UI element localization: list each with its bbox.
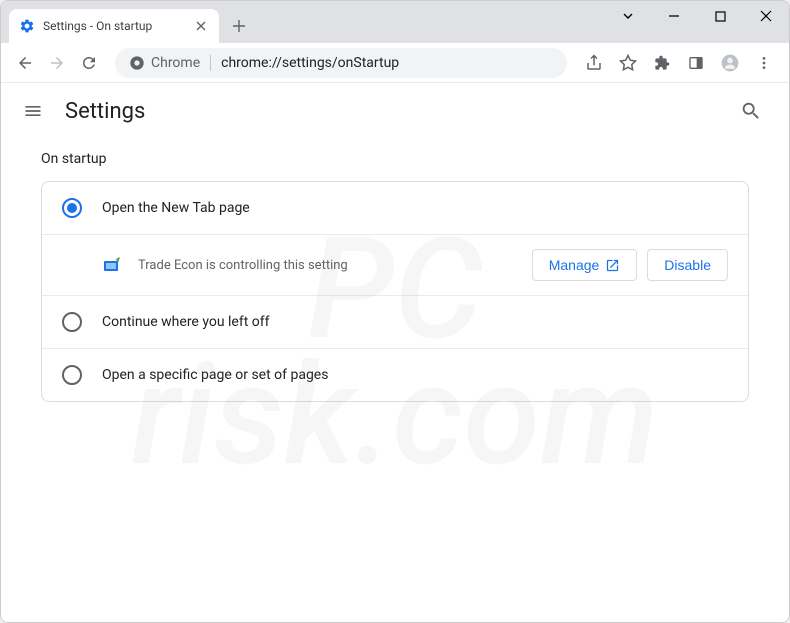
kebab-menu-icon[interactable] xyxy=(749,48,779,78)
bookmark-star-icon[interactable] xyxy=(613,48,643,78)
section-title: On startup xyxy=(41,151,749,167)
open-in-new-icon xyxy=(605,258,620,273)
browser-window: Settings - On startup Chrome xyxy=(0,0,790,623)
options-card: Open the New Tab page Trade Econ is cont… xyxy=(41,181,749,402)
option-open-new-tab[interactable]: Open the New Tab page xyxy=(42,182,748,234)
new-tab-button[interactable] xyxy=(225,12,253,40)
share-icon[interactable] xyxy=(579,48,609,78)
omnibox-prefix: Chrome xyxy=(151,55,200,71)
on-startup-section: On startup Open the New Tab page Trade E… xyxy=(1,139,789,414)
address-bar: Chrome chrome://settings/onStartup xyxy=(1,43,789,83)
extension-app-icon xyxy=(102,255,122,275)
close-window-button[interactable] xyxy=(743,1,789,31)
search-button[interactable] xyxy=(733,93,769,129)
close-tab-button[interactable] xyxy=(193,18,209,34)
manage-button[interactable]: Manage xyxy=(532,249,638,281)
back-button[interactable] xyxy=(11,49,39,77)
option-continue[interactable]: Continue where you left off xyxy=(42,295,748,348)
url-text: chrome://settings/onStartup xyxy=(221,55,399,71)
titlebar: Settings - On startup xyxy=(1,1,789,43)
omnibox-separator xyxy=(210,55,211,71)
radio-unselected-icon[interactable] xyxy=(62,365,82,385)
option-specific-pages[interactable]: Open a specific page or set of pages xyxy=(42,348,748,401)
radio-selected-icon[interactable] xyxy=(62,198,82,218)
side-panel-icon[interactable] xyxy=(681,48,711,78)
minimize-button[interactable] xyxy=(651,1,697,31)
omnibox[interactable]: Chrome chrome://settings/onStartup xyxy=(115,48,567,78)
extensions-icon[interactable] xyxy=(647,48,677,78)
action-buttons: Manage Disable xyxy=(532,249,728,281)
dropdown-icon[interactable] xyxy=(605,1,651,31)
chrome-badge: Chrome xyxy=(129,55,200,71)
gear-icon xyxy=(19,18,35,34)
profile-avatar-icon[interactable] xyxy=(715,48,745,78)
reload-button[interactable] xyxy=(75,49,103,77)
tab-title: Settings - On startup xyxy=(43,19,185,33)
maximize-button[interactable] xyxy=(697,1,743,31)
window-controls xyxy=(605,1,789,37)
extension-control-notice: Trade Econ is controlling this setting M… xyxy=(42,234,748,295)
option-label: Continue where you left off xyxy=(102,314,270,330)
radio-unselected-icon[interactable] xyxy=(62,312,82,332)
hamburger-menu-icon[interactable] xyxy=(21,99,45,123)
browser-tab[interactable]: Settings - On startup xyxy=(9,9,219,43)
extension-notice-text: Trade Econ is controlling this setting xyxy=(138,258,516,273)
option-label: Open the New Tab page xyxy=(102,200,250,216)
disable-button[interactable]: Disable xyxy=(647,249,728,281)
page-title: Settings xyxy=(65,99,145,124)
page-header: Settings xyxy=(1,83,789,139)
content-area: PC risk.com Settings On startup Open the… xyxy=(1,83,789,622)
forward-button[interactable] xyxy=(43,49,71,77)
option-label: Open a specific page or set of pages xyxy=(102,367,328,383)
